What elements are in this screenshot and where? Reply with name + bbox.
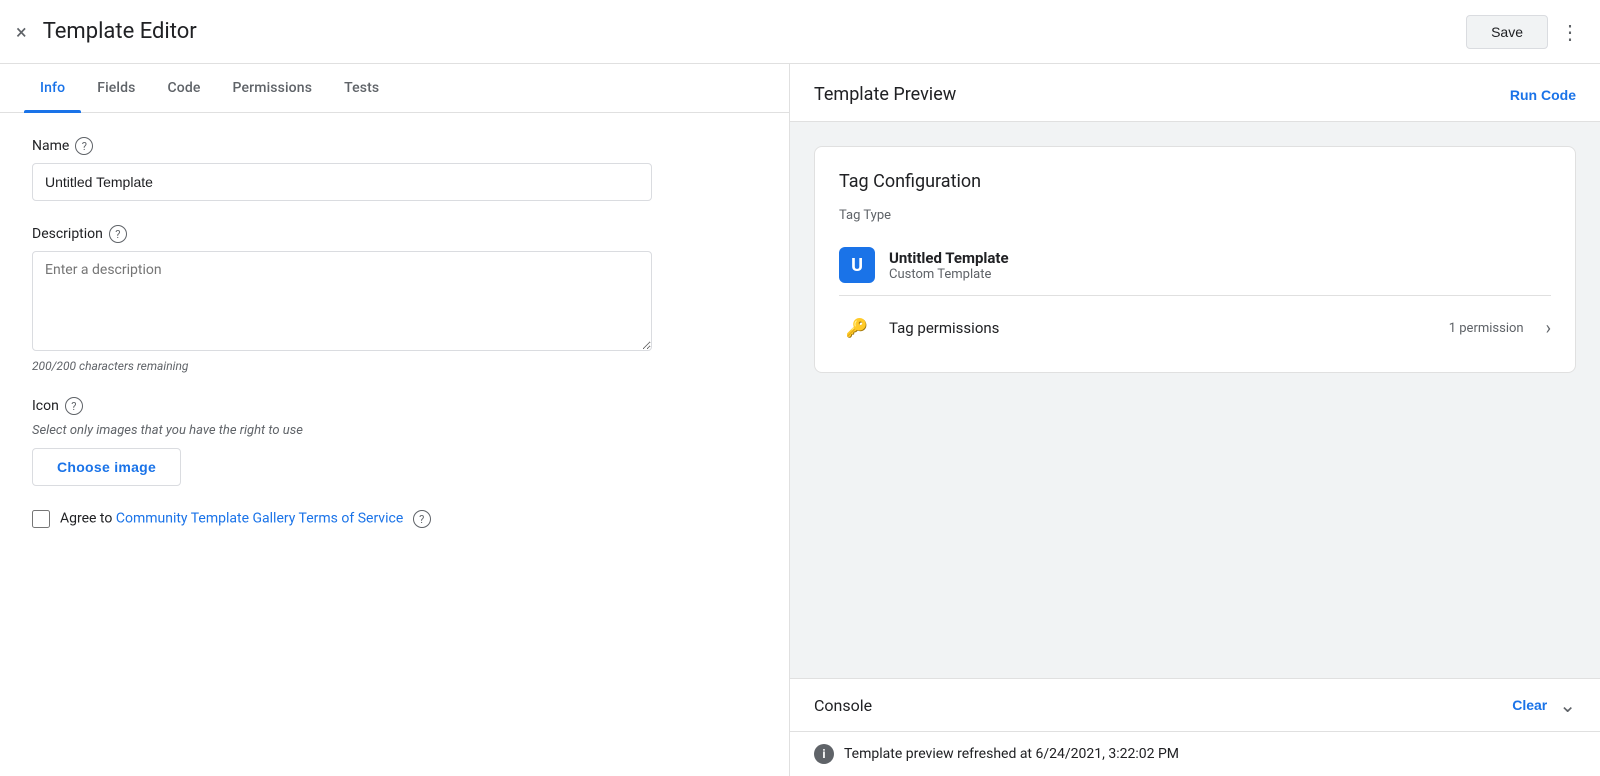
permissions-count: 1 permission	[1449, 321, 1524, 336]
console-header: Console Clear ⌄	[790, 679, 1600, 732]
tag-type-info: Untitled Template Custom Template	[889, 249, 1009, 282]
close-icon[interactable]: ×	[16, 22, 27, 42]
name-field-group: Name ?	[32, 137, 757, 201]
tag-permissions-row[interactable]: 🔑 Tag permissions 1 permission ›	[839, 296, 1551, 348]
description-label-text: Description	[32, 226, 103, 242]
description-label: Description ?	[32, 225, 757, 243]
clear-button[interactable]: Clear	[1512, 697, 1547, 713]
main-layout: Info Fields Code Permissions Tests Name …	[0, 64, 1600, 776]
name-help-icon[interactable]: ?	[75, 137, 93, 155]
right-header: Template Preview Run Code	[790, 64, 1600, 122]
icon-description: Select only images that you have the rig…	[32, 423, 757, 438]
tos-checkbox[interactable]	[32, 510, 50, 528]
tag-permissions-label: Tag permissions	[889, 319, 1435, 337]
header-left: × Template Editor	[16, 19, 197, 44]
description-help-icon[interactable]: ?	[109, 225, 127, 243]
char-count: 200/200 characters remaining	[32, 359, 757, 373]
icon-help-icon[interactable]: ?	[65, 397, 83, 415]
preview-title: Template Preview	[814, 84, 956, 105]
chevron-right-icon: ›	[1546, 318, 1551, 339]
template-name: Untitled Template	[889, 249, 1009, 267]
page-title: Template Editor	[43, 19, 197, 44]
left-panel: Info Fields Code Permissions Tests Name …	[0, 64, 790, 776]
icon-label: Icon ?	[32, 397, 757, 415]
name-input[interactable]	[32, 163, 652, 201]
info-icon: i	[814, 744, 834, 764]
right-panel: Template Preview Run Code Tag Configurat…	[790, 64, 1600, 776]
tab-info[interactable]: Info	[24, 64, 81, 112]
tab-permissions[interactable]: Permissions	[217, 64, 329, 112]
app-header: × Template Editor Save ⋮	[0, 0, 1600, 64]
tag-type-label: Tag Type	[839, 208, 1551, 223]
tos-agree-text: Agree to	[60, 511, 116, 527]
tag-config-title: Tag Configuration	[839, 171, 1551, 192]
console-message: Template preview refreshed at 6/24/2021,…	[844, 746, 1179, 762]
tos-help-icon[interactable]: ?	[413, 510, 431, 528]
icon-label-text: Icon	[32, 398, 59, 414]
more-icon[interactable]: ⋮	[1556, 16, 1584, 48]
tag-type-icon: U	[839, 247, 875, 283]
description-textarea[interactable]	[32, 251, 652, 351]
key-icon: 🔑	[839, 310, 875, 346]
name-label: Name ?	[32, 137, 757, 155]
preview-area: Tag Configuration Tag Type U Untitled Te…	[790, 122, 1600, 678]
header-right: Save ⋮	[1466, 15, 1584, 49]
console-section: Console Clear ⌄ i Template preview refre…	[790, 678, 1600, 776]
console-title: Console	[814, 696, 872, 715]
run-code-button[interactable]: Run Code	[1510, 87, 1576, 103]
save-button[interactable]: Save	[1466, 15, 1548, 49]
tos-label: Agree to Community Template Gallery Term…	[60, 510, 431, 528]
tag-type-row: U Untitled Template Custom Template	[839, 235, 1551, 296]
description-field-group: Description ? 200/200 characters remaini…	[32, 225, 757, 373]
choose-image-button[interactable]: Choose image	[32, 448, 181, 486]
tab-fields[interactable]: Fields	[81, 64, 151, 112]
name-label-text: Name	[32, 138, 69, 154]
tabs-bar: Info Fields Code Permissions Tests	[0, 64, 789, 113]
console-log-row: i Template preview refreshed at 6/24/202…	[790, 732, 1600, 776]
form-area: Name ? Description ? 200/200 characters …	[0, 113, 789, 776]
collapse-icon[interactable]: ⌄	[1559, 693, 1576, 717]
console-actions: Clear ⌄	[1512, 693, 1576, 717]
template-subtitle: Custom Template	[889, 267, 1009, 282]
tos-link[interactable]: Community Template Gallery Terms of Serv…	[116, 511, 403, 527]
tag-config-card: Tag Configuration Tag Type U Untitled Te…	[814, 146, 1576, 373]
tab-tests[interactable]: Tests	[328, 64, 395, 112]
tos-checkbox-row: Agree to Community Template Gallery Term…	[32, 510, 757, 528]
icon-field-group: Icon ? Select only images that you have …	[32, 397, 757, 486]
tab-code[interactable]: Code	[152, 64, 217, 112]
